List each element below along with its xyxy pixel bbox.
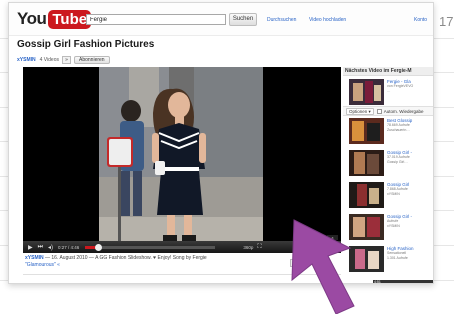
page-number: 17 xyxy=(439,14,454,29)
playlist-item[interactable]: Gossip Girl 7.868 Aufrufe xYSMIN xyxy=(343,180,433,212)
playlist-item-meta: xYSMIN xyxy=(387,223,400,228)
logo-you-text: You xyxy=(17,9,47,28)
video-frame xyxy=(99,67,263,241)
playlist-options-row: Optionen ▾ Autom. Wiedergabe xyxy=(343,106,433,116)
upload-link[interactable]: Video hochladen xyxy=(309,17,346,23)
browse-link[interactable]: Durchsuchen xyxy=(267,17,296,23)
playlist-item[interactable]: Gossip Girl - 37.019 Aufrufe Gossip Girl… xyxy=(343,148,433,180)
description-text-2: "Glamourous" « xyxy=(25,261,60,268)
playlist-item-text: Best Glossip 78.669 Aufrufe Zuschauerin… xyxy=(387,118,433,146)
video-thumbnail xyxy=(349,118,384,144)
next-icon[interactable]: ⏭ xyxy=(38,244,43,251)
video-count: 4 Videos xyxy=(39,56,59,63)
channel-row: xYSMIN 4 Videos » Abonnieren xyxy=(17,55,110,64)
description-date: — 16. August 2010 — xyxy=(45,255,94,261)
search-input[interactable] xyxy=(86,14,226,25)
mouse-pointer-icon xyxy=(291,219,355,314)
video-thumbnail xyxy=(349,150,384,176)
video-thumbnail xyxy=(349,79,384,105)
options-dropdown[interactable]: Optionen ▾ xyxy=(346,107,374,115)
quality-selector[interactable]: 360p xyxy=(243,245,253,250)
autoplay-toggle[interactable]: Autom. Wiedergabe xyxy=(376,108,424,114)
youtube-logo[interactable]: You Tube xyxy=(17,9,92,29)
playlist-item[interactable]: Best Glossip 78.669 Aufrufe Zuschauerin… xyxy=(343,116,433,148)
autoplay-label: Autom. Wiedergabe xyxy=(383,108,424,114)
playlist-item-text: High Fashion Sensationell 1.301 Aufrufe xyxy=(387,246,433,274)
logo-tube-text: Tube xyxy=(48,9,92,29)
masthead: You Tube Suchen Durchsuchen Video hochla… xyxy=(9,3,433,36)
thumbnail-duration: 4:51 xyxy=(373,280,433,283)
sidebar-header: Nächstes Video im Fergie-M xyxy=(343,67,433,76)
progress-bar[interactable] xyxy=(85,243,216,251)
playlist-item-meta: Zuschauerin… xyxy=(387,127,410,132)
play-icon[interactable]: ▶ xyxy=(28,244,33,251)
description-uploader[interactable]: xYSMIN xyxy=(25,255,44,261)
autoplay-checkbox[interactable] xyxy=(376,108,382,114)
playlist-item-text: Gossip Girl - Aufrufe xYSMIN xyxy=(387,214,433,242)
search-button[interactable]: Suchen xyxy=(229,13,257,26)
account-link[interactable]: Konto xyxy=(414,17,427,23)
playlist-item-meta: Gossip Girl… xyxy=(387,159,408,164)
volume-icon[interactable]: ◂) xyxy=(48,244,53,251)
browser-window: You Tube Suchen Durchsuchen Video hochla… xyxy=(8,2,434,284)
video-title: Gossip Girl Fashion Pictures xyxy=(17,39,155,50)
progress-handle[interactable] xyxy=(95,243,103,251)
next-video-text: Fergie - Gla von FergieVEVO … xyxy=(387,79,433,104)
next-video-item[interactable]: Fergie - Gla von FergieVEVO … xyxy=(343,76,433,106)
playlist-item-text: Gossip Girl - 37.019 Aufrufe Gossip Girl… xyxy=(387,150,433,178)
time-display: 0:27 / 4:46 xyxy=(58,244,80,250)
channel-link[interactable]: xYSMIN xyxy=(17,57,36,63)
description-text: A GG Fashion Slideshow. ♥ Enjoy! Song by… xyxy=(95,255,207,261)
playlist-item-text: Gossip Girl 7.868 Aufrufe xYSMIN xyxy=(387,182,433,210)
playlist-item-meta: xYSMIN xyxy=(387,191,400,196)
video-description: xYSMIN — 16. August 2010 — A GG Fashion … xyxy=(25,255,283,268)
expand-videos-button[interactable]: » xyxy=(62,55,71,64)
playlist-item-meta: 1.301 Aufrufe xyxy=(387,255,408,260)
video-thumbnail xyxy=(349,182,384,208)
fullscreen-icon[interactable]: ⛶ xyxy=(257,244,261,251)
subscribe-button[interactable]: Abonnieren xyxy=(74,55,110,64)
next-video-meta: … xyxy=(387,88,391,93)
